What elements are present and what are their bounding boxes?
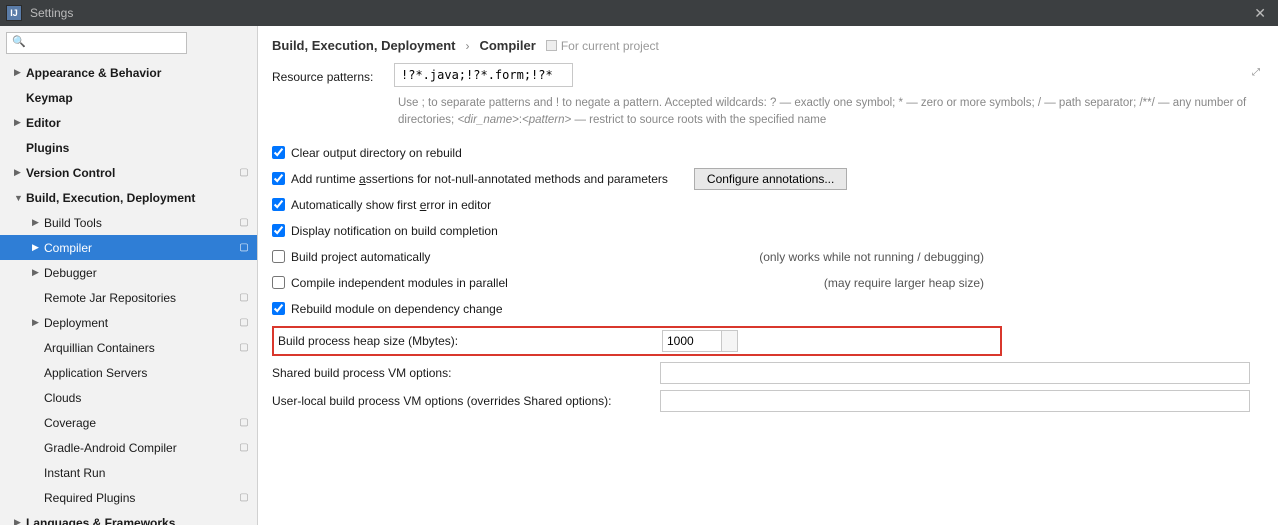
shared-vm-input[interactable]	[660, 362, 1250, 384]
close-icon[interactable]: ✕	[1248, 5, 1272, 22]
app-icon: IJ	[6, 5, 22, 21]
heap-size-row: Build process heap size (Mbytes):	[272, 326, 1002, 356]
tree-item-application-servers[interactable]: Application Servers	[0, 360, 257, 385]
tree-item-coverage[interactable]: Coverage▢	[0, 410, 257, 435]
scope-icon: ▢	[237, 341, 251, 355]
heap-size-spinner[interactable]	[722, 330, 738, 352]
display-notification-label: Display notification on build completion	[291, 224, 498, 238]
scope-hint: For current project	[546, 39, 659, 53]
resource-patterns-label: Resource patterns:	[272, 67, 394, 84]
tree-item-plugins[interactable]: Plugins	[0, 135, 257, 160]
scope-icon: ▢	[237, 416, 251, 430]
chevron-icon: ▶	[32, 242, 44, 253]
tree-item-keymap[interactable]: Keymap	[0, 85, 257, 110]
chevron-icon: ▶	[14, 517, 26, 525]
resource-patterns-hint: Use ; to separate patterns and ! to nega…	[272, 91, 1264, 140]
main-panel: Build, Execution, Deployment › Compiler …	[258, 26, 1278, 525]
sidebar: ▶Appearance & BehaviorKeymap▶EditorPlugi…	[0, 26, 258, 525]
compile-parallel-label: Compile independent modules in parallel	[291, 276, 508, 290]
heap-size-label: Build process heap size (Mbytes):	[274, 334, 662, 348]
scope-icon: ▢	[237, 491, 251, 505]
build-automatically-note: (only works while not running / debuggin…	[759, 250, 1264, 264]
scope-icon: ▢	[237, 216, 251, 230]
scope-icon: ▢	[237, 166, 251, 180]
user-vm-input[interactable]	[660, 390, 1250, 412]
chevron-icon: ▶	[32, 217, 44, 228]
clear-output-label: Clear output directory on rebuild	[291, 146, 462, 160]
chevron-icon: ▶	[14, 167, 26, 178]
tree-item-required-plugins[interactable]: Required Plugins▢	[0, 485, 257, 510]
resource-patterns-input[interactable]	[394, 63, 573, 87]
show-first-error-checkbox[interactable]	[272, 198, 285, 211]
runtime-assertions-checkbox[interactable]	[272, 172, 285, 185]
tree-item-clouds[interactable]: Clouds	[0, 385, 257, 410]
heap-size-input[interactable]	[662, 330, 722, 352]
scope-icon: ▢	[237, 316, 251, 330]
window-title: Settings	[30, 6, 1248, 20]
settings-tree: ▶Appearance & BehaviorKeymap▶EditorPlugi…	[0, 58, 257, 525]
tree-item-instant-run[interactable]: Instant Run	[0, 460, 257, 485]
chevron-icon: ▶	[14, 117, 26, 128]
clear-output-checkbox[interactable]	[272, 146, 285, 159]
chevron-icon: ▶	[32, 317, 44, 328]
build-automatically-checkbox[interactable]	[272, 250, 285, 263]
tree-item-compiler[interactable]: ▶Compiler▢	[0, 235, 257, 260]
chevron-icon: ▶	[32, 267, 44, 278]
shared-vm-label: Shared build process VM options:	[272, 366, 660, 380]
display-notification-checkbox[interactable]	[272, 224, 285, 237]
show-first-error-label: Automatically show first error in editor	[291, 198, 491, 212]
rebuild-dependency-label: Rebuild module on dependency change	[291, 302, 503, 316]
scope-icon: ▢	[237, 291, 251, 305]
titlebar: IJ Settings ✕	[0, 0, 1278, 26]
rebuild-dependency-checkbox[interactable]	[272, 302, 285, 315]
tree-item-build-tools[interactable]: ▶Build Tools▢	[0, 210, 257, 235]
breadcrumb-sep: ›	[465, 39, 469, 53]
tree-item-editor[interactable]: ▶Editor	[0, 110, 257, 135]
scope-icon: ▢	[237, 441, 251, 455]
breadcrumb-current: Compiler	[479, 38, 535, 53]
scope-icon	[546, 40, 557, 51]
breadcrumb-parent[interactable]: Build, Execution, Deployment	[272, 38, 455, 53]
expand-icon[interactable]: ⤢	[1252, 67, 1260, 78]
user-vm-label: User-local build process VM options (ove…	[272, 394, 660, 408]
configure-annotations-button[interactable]: Configure annotations...	[694, 168, 847, 190]
breadcrumb: Build, Execution, Deployment › Compiler …	[272, 36, 1264, 63]
tree-item-arquillian-containers[interactable]: Arquillian Containers▢	[0, 335, 257, 360]
tree-item-debugger[interactable]: ▶Debugger	[0, 260, 257, 285]
build-automatically-label: Build project automatically	[291, 250, 430, 264]
tree-item-gradle-android-compiler[interactable]: Gradle-Android Compiler▢	[0, 435, 257, 460]
tree-item-version-control[interactable]: ▶Version Control▢	[0, 160, 257, 185]
chevron-icon: ▼	[14, 193, 26, 203]
compile-parallel-note: (may require larger heap size)	[824, 276, 1264, 290]
runtime-assertions-label: Add runtime assertions for not-null-anno…	[291, 172, 668, 186]
tree-item-remote-jar-repositories[interactable]: Remote Jar Repositories▢	[0, 285, 257, 310]
tree-item-appearance-behavior[interactable]: ▶Appearance & Behavior	[0, 60, 257, 85]
search-input[interactable]	[6, 32, 187, 54]
chevron-icon: ▶	[14, 67, 26, 78]
tree-item-deployment[interactable]: ▶Deployment▢	[0, 310, 257, 335]
scope-icon: ▢	[237, 241, 251, 255]
tree-item-languages-frameworks[interactable]: ▶Languages & Frameworks	[0, 510, 257, 525]
compile-parallel-checkbox[interactable]	[272, 276, 285, 289]
tree-item-build-execution-deployment[interactable]: ▼Build, Execution, Deployment	[0, 185, 257, 210]
